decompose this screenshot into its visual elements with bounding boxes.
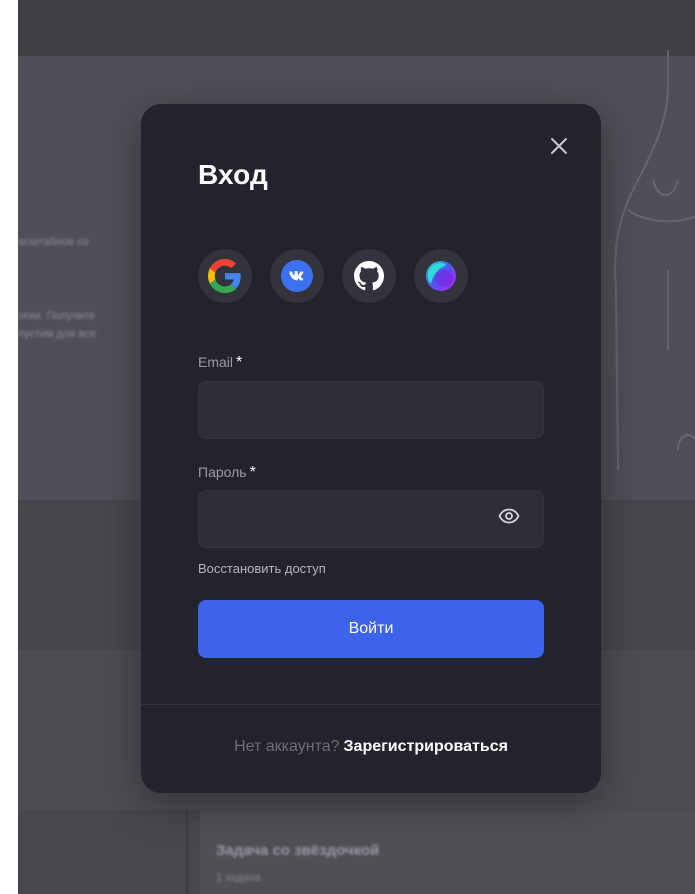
background-hero-text-3: пустим для все	[18, 328, 96, 340]
google-login-button[interactable]	[198, 249, 252, 303]
background-task-subtitle: 1 задача	[216, 872, 261, 884]
password-field[interactable]	[198, 490, 544, 548]
register-prompt: Нет аккаунта?	[234, 738, 340, 755]
background-hero-text-2: огии. Получите	[18, 310, 96, 322]
github-icon	[354, 261, 384, 291]
close-icon	[551, 138, 567, 154]
google-icon	[208, 259, 241, 293]
password-required-mark: *	[249, 464, 256, 481]
footer-divider	[141, 704, 601, 705]
vk-icon	[281, 260, 313, 292]
background-task-title: Задача со звёздочкой	[216, 842, 380, 859]
close-button[interactable]	[547, 134, 571, 158]
register-link[interactable]: Зарегистрироваться	[344, 738, 508, 755]
background-header	[18, 0, 695, 56]
social-login-group	[198, 249, 468, 303]
password-label: Пароль *	[198, 464, 256, 482]
background-illustration	[614, 50, 695, 471]
gradient-login-button[interactable]	[414, 249, 468, 303]
show-password-button[interactable]	[494, 503, 524, 529]
email-label-text: Email	[198, 354, 234, 370]
background-hero-text-1: асштабное со	[18, 236, 89, 248]
email-field[interactable]	[198, 381, 544, 439]
background-divider	[186, 810, 188, 894]
password-label-text: Пароль	[198, 464, 247, 480]
email-label: Email *	[198, 354, 242, 372]
login-modal: Вход Email * Пароль * Восстановить досту…	[141, 104, 601, 793]
vk-login-button[interactable]	[270, 249, 324, 303]
register-footer: Нет аккаунта? Зарегистрироваться	[141, 738, 601, 756]
gradient-ring-icon	[426, 261, 456, 291]
login-button[interactable]: Войти	[198, 600, 544, 658]
eye-icon	[498, 508, 520, 524]
modal-title: Вход	[198, 159, 269, 190]
restore-access-link[interactable]: Восстановить доступ	[198, 561, 326, 576]
email-required-mark: *	[236, 354, 243, 371]
github-login-button[interactable]	[342, 249, 396, 303]
